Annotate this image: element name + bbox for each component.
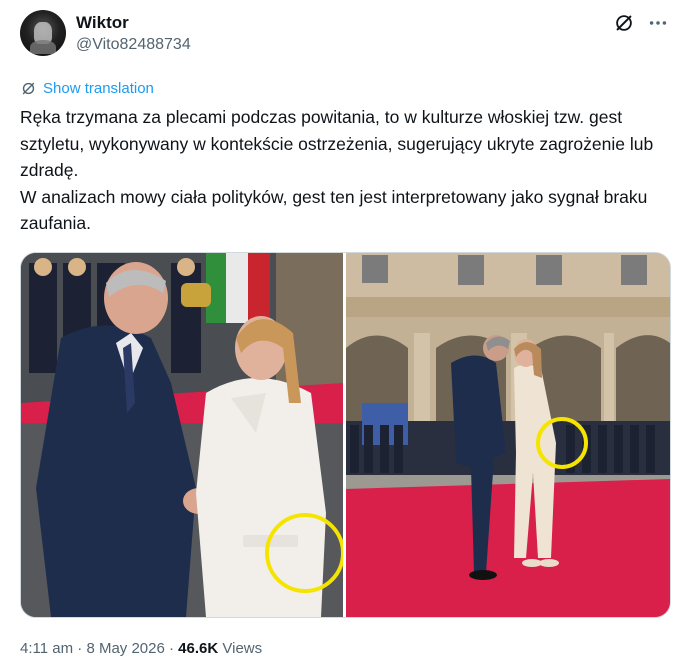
photo-greeting[interactable] [346, 253, 670, 617]
tweet-time[interactable]: 4:11 am [20, 640, 73, 657]
views-count: 46.6K [178, 640, 219, 657]
author-handle[interactable]: @Vito82488734 [76, 36, 191, 54]
more-icon[interactable] [647, 12, 669, 34]
author-name[interactable]: Wiktor [76, 13, 129, 33]
grok-icon[interactable] [613, 12, 635, 34]
tweet-meta: 4:11 am · 8 May 2026 · 46.6K Views [20, 640, 262, 657]
translate-icon [22, 82, 35, 94]
meta-separator: · [169, 640, 174, 657]
avatar[interactable] [20, 10, 66, 56]
tweet-line: Ręka trzymana za plecami podczas powitan… [20, 107, 654, 180]
show-translation-label[interactable]: Show translation [43, 80, 154, 97]
show-translation-link[interactable]: Show translation [20, 78, 154, 98]
tweet-header: Wiktor @Vito82488734 [20, 10, 669, 62]
meta-separator: · [77, 640, 83, 657]
media-grid [20, 252, 671, 618]
views-label: Views [222, 640, 263, 657]
tweet-line: W analizach mowy ciała polityków, gest t… [20, 186, 648, 234]
tweet-date[interactable]: 8 May 2026 [86, 640, 164, 657]
photo-handshake[interactable] [21, 253, 343, 617]
tweet-text: Ręka trzymana za plecami podczas powitan… [20, 104, 665, 237]
